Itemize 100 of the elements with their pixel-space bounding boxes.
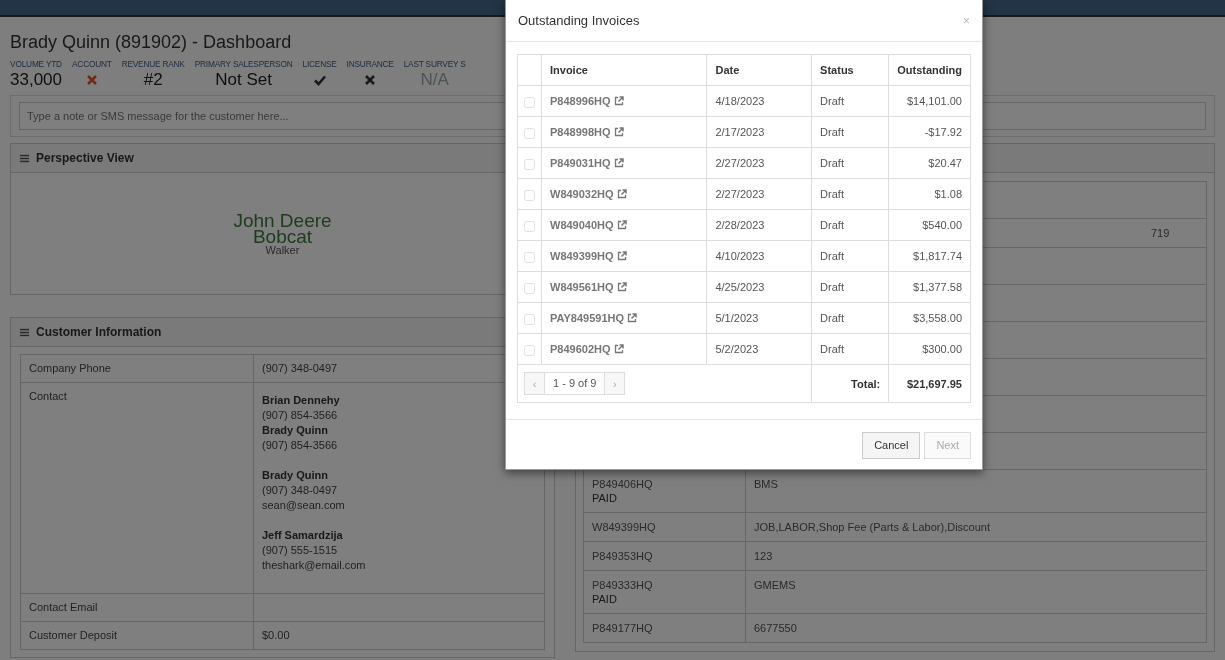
table-cell: $0.00 [253,621,545,650]
contact-phone: (907) 348-0497 [262,483,339,498]
table-cell: Draft [811,302,889,334]
external-link-icon [613,344,624,354]
row-checkbox[interactable] [524,313,535,325]
stat-label: LICENSE [302,59,337,70]
table-cell: 2/27/2023 [706,147,812,179]
table-cell: JOB,LABOR,Shop Fee (Parts & Labor),Discount [745,512,1207,542]
table-cell: $540.00 [888,209,971,241]
table-cell: $14,101.00 [888,85,971,117]
row-checkbox[interactable] [524,220,535,232]
panel-title: Perspective View [36,150,134,167]
stat-value: Not Set [215,70,272,89]
invoice-link[interactable]: P849602HQ [550,343,611,355]
table-cell: $1,817.74 [888,240,971,272]
invoice-link[interactable]: W849399HQ [550,250,614,262]
table-cell: 719 [1151,227,1170,239]
stat-label: PRIMARY SALESPERSON [194,59,293,70]
table-cell: Draft [811,178,889,210]
contact-phone: (907) 854-3566 [262,408,339,423]
invoice-link[interactable]: PAY849591HQ [550,312,624,324]
invoice-link[interactable]: P849031HQ [550,157,611,169]
table-cell: $1.08 [888,178,971,210]
table-cell: 4/10/2023 [706,240,812,272]
table-cell: $1,377.58 [888,271,971,303]
external-link-icon [616,282,627,292]
external-link-icon [616,220,627,230]
contact-name: Brady Quinn [262,468,329,483]
word-cloud-word: John Deere [233,212,332,229]
column-header: Invoice [541,54,707,86]
contact-phone: (907) 555-1515 [262,543,339,558]
table-cell: Company Phone [20,354,254,383]
row-checkbox[interactable] [524,344,535,356]
word-cloud-word: Walker [265,244,300,255]
table-cell: Draft [811,147,889,179]
stat-label: INSURANCE [346,59,394,70]
stat-label: REVENUE RANK [121,59,185,70]
table-cell: Contact [20,382,254,594]
row-checkbox[interactable] [524,282,535,294]
external-link-icon [627,313,637,323]
stat-label: VOLUME YTD [10,59,62,70]
invoice-number: P849177HQ [592,621,654,635]
contact-phone: (907) 854-3566 [262,438,339,453]
column-header: Date [706,54,812,86]
external-link-icon [616,189,627,199]
table-cell: Draft [811,116,889,148]
external-link-icon [613,127,624,137]
table-cell: $20.47 [888,147,971,179]
contact-name: Brady Quinn [262,423,329,438]
table-cell: 2/28/2023 [706,209,812,241]
table-cell: $3,558.00 [888,302,971,334]
table-cell: Draft [811,209,889,241]
menu-icon [19,152,30,164]
table-cell: 6677550 [745,613,1207,643]
status-text: PAID [592,592,618,606]
invoice-number: W849399HQ [592,520,657,534]
word-cloud-word: Bobcat [252,228,313,245]
panel-title: Customer Information [36,324,162,341]
external-link-icon [616,251,627,261]
row-checkbox[interactable] [524,251,535,263]
contact-name: Brian Dennehy [262,393,341,408]
column-header: Outstanding [888,54,971,86]
table-cell: 123 [745,541,1207,571]
table-cell: Draft [811,333,889,365]
next-page-button[interactable]: › [605,373,625,394]
table-cell: Draft [811,240,889,272]
invoice-link[interactable]: W849040HQ [550,219,614,231]
modal-title: Outstanding Invoices [518,11,640,30]
table-cell: 5/1/2023 [706,302,812,334]
table-cell: Contact Email [20,593,254,622]
previous-page-button[interactable]: ‹ [525,373,544,394]
table-cell: Draft [811,271,889,303]
table-cell: 5/2/2023 [706,333,812,365]
external-link-icon [613,158,624,168]
contact-email: sean@sean.com [262,498,346,513]
table-cell: 2/17/2023 [706,116,812,148]
invoice-link[interactable]: W849032HQ [550,188,614,200]
stat-label: ACCOUNT [72,59,112,70]
invoice-link[interactable]: W849561HQ [550,281,614,293]
row-checkbox[interactable] [524,127,535,139]
row-checkbox[interactable] [524,158,535,170]
table-cell: Customer Deposit [20,621,254,650]
contact-name: Jeff Samardzija [262,528,344,543]
table-cell: 2/27/2023 [706,178,812,210]
page-title: Brady Quinn (891902) - Dashboard [10,31,292,53]
total-label: Total: [811,364,889,403]
invoice-number: P849406HQ [592,477,654,491]
row-checkbox[interactable] [524,189,535,201]
dialog-button[interactable]: Cancel [862,432,921,459]
row-checkbox[interactable] [524,96,535,108]
table-cell: 4/25/2023 [706,271,812,303]
table-cell: GMEMS [745,570,1207,614]
stat-label: LAST SURVEY S [403,59,466,70]
total-value: $21,697.95 [888,364,971,403]
external-link-icon [613,96,624,106]
table-cell: -$17.92 [888,116,971,148]
table-cell: Draft [811,85,889,117]
stat-value: #2 [143,70,163,89]
column-header: Status [811,54,889,86]
table-cell: $300.00 [888,333,971,365]
